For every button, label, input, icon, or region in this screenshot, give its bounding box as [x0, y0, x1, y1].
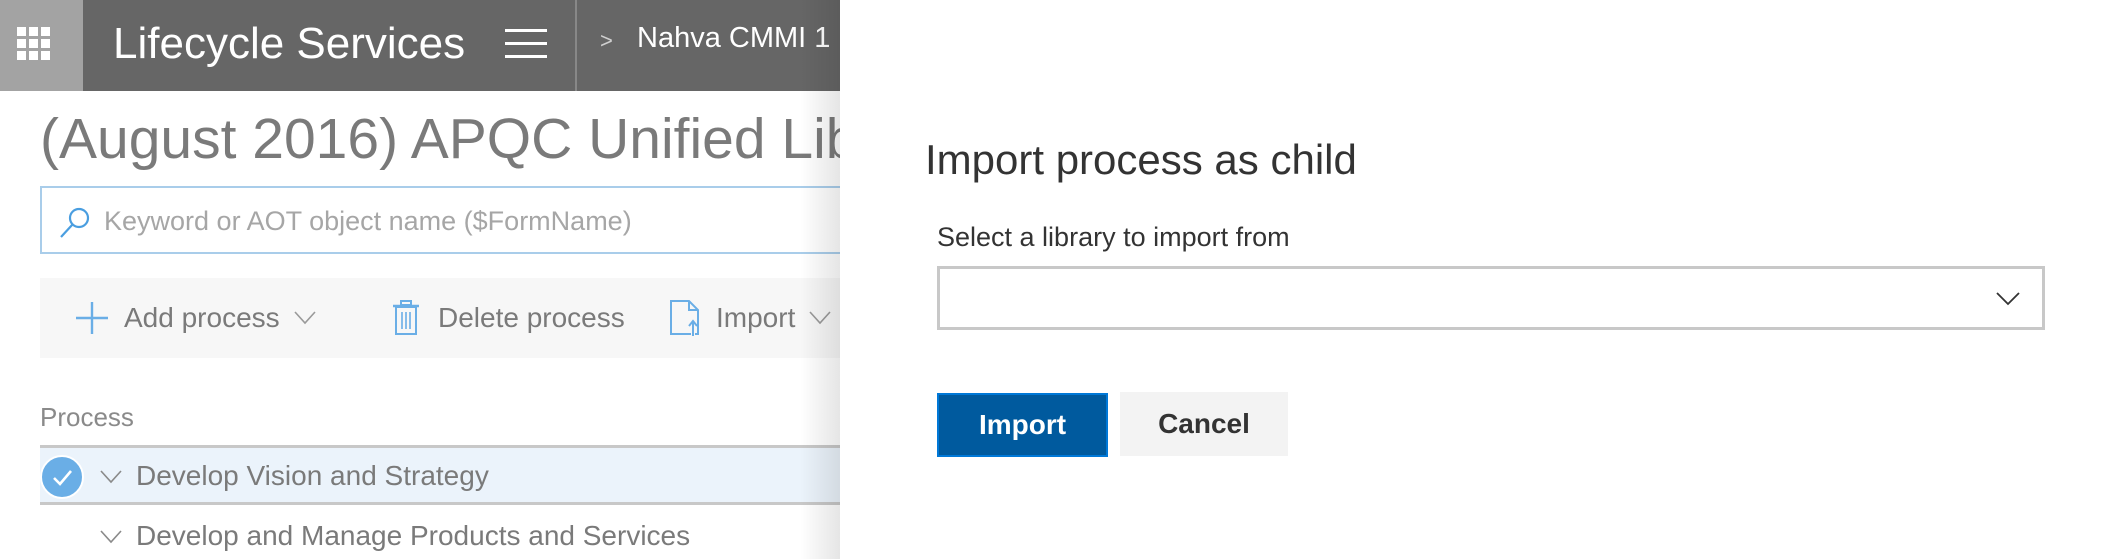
import-file-icon [670, 300, 699, 336]
app-title[interactable]: Lifecycle Services [113, 16, 465, 72]
process-row-label[interactable]: Develop Vision and Strategy [136, 460, 489, 492]
import-label: Import [716, 302, 796, 333]
panel-shadow [800, 0, 840, 559]
expand-chevron-icon[interactable] [100, 470, 122, 484]
add-process-button[interactable]: Add process [74, 278, 316, 358]
import-process-panel: Import process as child Select a library… [840, 0, 2112, 559]
hamburger-menu-button[interactable] [505, 29, 547, 59]
chevron-down-icon [1996, 292, 2020, 306]
app-launcher-button[interactable] [0, 0, 83, 91]
import-button[interactable]: Import [937, 393, 1108, 457]
process-row-label[interactable]: Develop and Manage Products and Services [136, 520, 690, 552]
search-icon [60, 207, 90, 238]
expand-chevron-icon[interactable] [100, 530, 122, 544]
page-title: (August 2016) APQC Unified Librar [40, 107, 928, 171]
trash-icon [393, 300, 419, 335]
breadcrumb-separator-icon: > [600, 28, 613, 53]
add-process-label: Add process [124, 302, 280, 333]
header-divider [575, 0, 577, 91]
delete-process-label: Delete process [438, 302, 625, 333]
search-placeholder: Keyword or AOT object name ($FormName) [104, 206, 632, 236]
row-selected-checkbox[interactable] [40, 455, 84, 499]
checkmark-icon [53, 470, 72, 486]
cancel-button[interactable]: Cancel [1120, 392, 1288, 456]
library-select-dropdown[interactable] [937, 266, 2045, 330]
chevron-down-icon [294, 311, 316, 325]
plus-icon [76, 302, 108, 334]
panel-title: Import process as child [925, 136, 1357, 183]
process-column-header: Process [40, 402, 134, 432]
library-field-label: Select a library to import from [937, 222, 1290, 252]
waffle-grid-icon [17, 27, 50, 60]
delete-process-button[interactable]: Delete process [392, 278, 625, 358]
